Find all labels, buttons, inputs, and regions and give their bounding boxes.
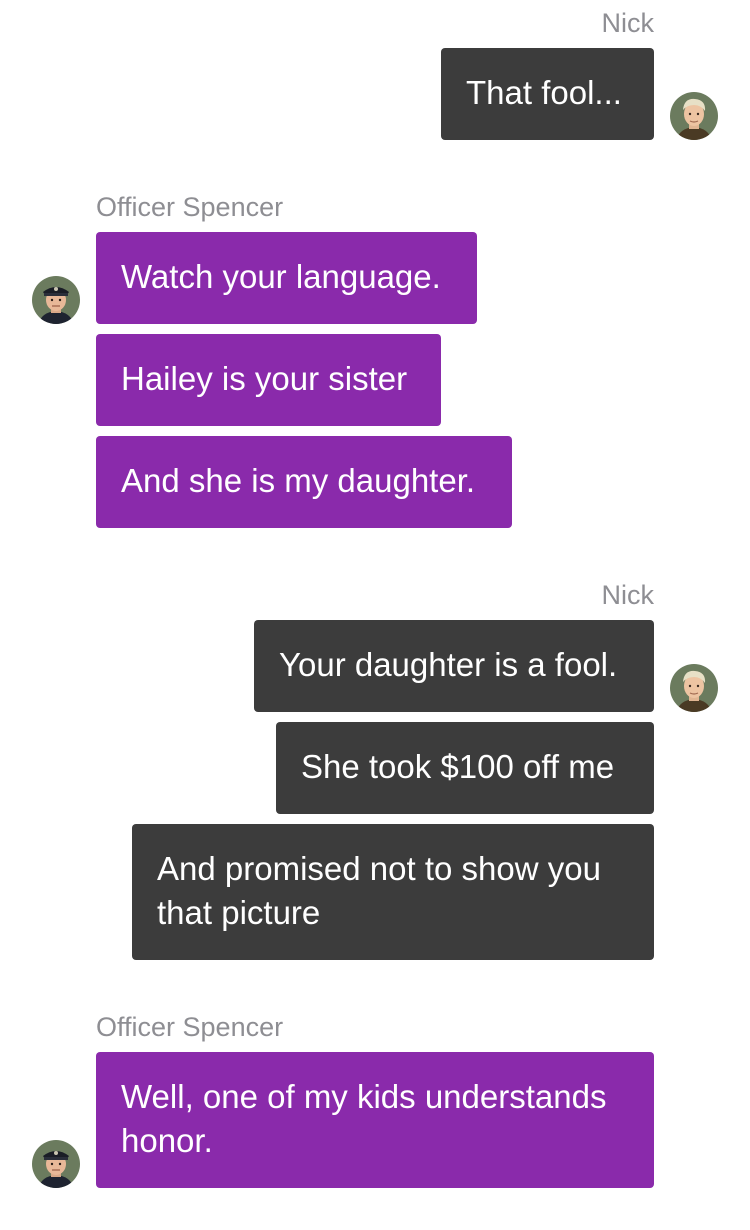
message-bubble[interactable]: And she is my daughter. xyxy=(96,436,512,528)
message-bubble[interactable]: That fool... xyxy=(441,48,654,140)
message-bubble[interactable]: She took $100 off me xyxy=(276,722,654,814)
officer-spencer-avatar-icon[interactable] xyxy=(32,1140,80,1188)
message-bubble[interactable]: Well, one of my kids understands honor. xyxy=(96,1052,654,1188)
sender-name-nick: Nick xyxy=(601,8,655,38)
message-bubble[interactable]: Watch your language. xyxy=(96,232,477,324)
sender-name-nick: Nick xyxy=(601,580,655,610)
message-bubble[interactable]: Your daughter is a fool. xyxy=(254,620,654,712)
sender-name-officer-spencer: Officer Spencer xyxy=(96,192,284,222)
sender-name-officer-spencer: Officer Spencer xyxy=(96,1012,284,1042)
nick-avatar-icon[interactable] xyxy=(670,92,718,140)
message-bubble[interactable]: Hailey is your sister xyxy=(96,334,441,426)
nick-avatar-icon[interactable] xyxy=(670,664,718,712)
message-bubble[interactable]: And promised not to show you that pictur… xyxy=(132,824,654,960)
officer-spencer-avatar-icon[interactable] xyxy=(32,276,80,324)
